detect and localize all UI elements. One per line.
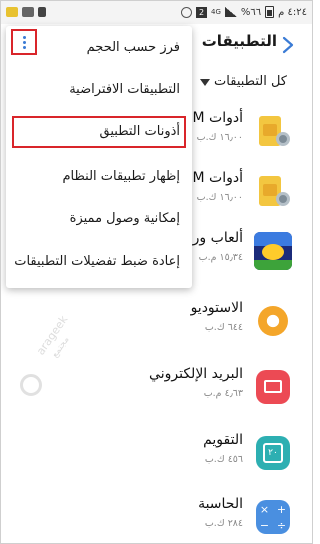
- app-name: البريد الإلكتروني: [149, 366, 243, 382]
- app-name: أدوات M: [192, 110, 244, 126]
- filter-label: كل التطبيقات: [214, 74, 287, 89]
- calendar-icon: ٢٠: [254, 434, 292, 472]
- app-name: ألعاب ور: [192, 230, 243, 246]
- calculator-icon: × + − ÷: [254, 498, 292, 536]
- app-name: الحاسبة: [198, 496, 243, 512]
- network-type: 4G: [210, 8, 221, 16]
- alarm-icon: [180, 6, 192, 18]
- menu-item-default-apps[interactable]: التطبيقات الافتراضية: [69, 82, 180, 97]
- status-left: [6, 7, 46, 17]
- app-size: ١٦٫٠٠ ك.ب: [196, 132, 243, 143]
- app-size: ٦٤٤ ك.ب: [204, 322, 243, 333]
- watermark-logo: arageek مجتمع: [10, 313, 90, 410]
- notification-icon: [6, 7, 18, 17]
- sim-badge-icon: 2: [195, 6, 207, 18]
- menu-item-app-permissions[interactable]: أذونات التطبيق: [100, 124, 180, 139]
- app-name: التقويم: [203, 432, 243, 448]
- more-options-button[interactable]: [11, 29, 37, 55]
- more-vertical-icon: [22, 35, 26, 39]
- calendar-day: ٢٠: [263, 443, 283, 463]
- app-name: الاستوديو: [190, 300, 243, 316]
- app-size: ٢٨٤ ك.ب: [204, 518, 243, 529]
- email-icon: [254, 368, 292, 406]
- battery-icon: [265, 6, 275, 18]
- app-size: ٤٫٦٣ م.ب: [203, 388, 243, 399]
- page-title: التطبيقات: [201, 32, 277, 50]
- app-size: ١٦٫٠٠ ك.ب: [196, 192, 243, 203]
- gallery-icon: [22, 7, 34, 17]
- signal-icon: [224, 7, 237, 17]
- overflow-menu: فرز حسب الحجم التطبيقات الافتراضية أذونا…: [6, 26, 192, 288]
- sim-toolkit-icon: [254, 172, 292, 210]
- media-icon: [38, 7, 46, 17]
- menu-item-show-system-apps[interactable]: إظهار تطبيقات النظام: [62, 169, 180, 184]
- app-row[interactable]: × + − ÷ الحاسبة ٢٨٤ ك.ب: [0, 488, 313, 544]
- chevron-right-icon: [282, 36, 294, 54]
- status-bar: 2 4G %٦٦ ٤:٢٤ م: [0, 0, 313, 24]
- menu-item-special-access[interactable]: إمكانية وصول مميزة: [70, 211, 180, 226]
- back-button[interactable]: [277, 34, 299, 56]
- menu-item-reset-preferences[interactable]: إعادة ضبط تفضيلات التطبيقات: [14, 254, 180, 269]
- game-icon: [254, 232, 292, 270]
- app-size: ٤٥٦ ك.ب: [204, 454, 243, 465]
- battery-percent: %٦٦: [240, 6, 262, 18]
- dropdown-arrow-icon: [200, 79, 210, 86]
- app-row[interactable]: ٢٠ التقويم ٤٥٦ ك.ب: [0, 424, 313, 486]
- sim-toolkit-icon: [254, 112, 292, 150]
- app-name: أدوات M: [192, 170, 244, 186]
- app-size: ١٥٫٣٤ م.ب: [198, 252, 243, 263]
- menu-item-sort-by-size[interactable]: فرز حسب الحجم: [87, 40, 180, 55]
- studio-icon: [254, 302, 292, 340]
- clock: ٤:٢٤ م: [278, 6, 307, 18]
- status-right: 2 4G %٦٦ ٤:٢٤ م: [180, 6, 307, 18]
